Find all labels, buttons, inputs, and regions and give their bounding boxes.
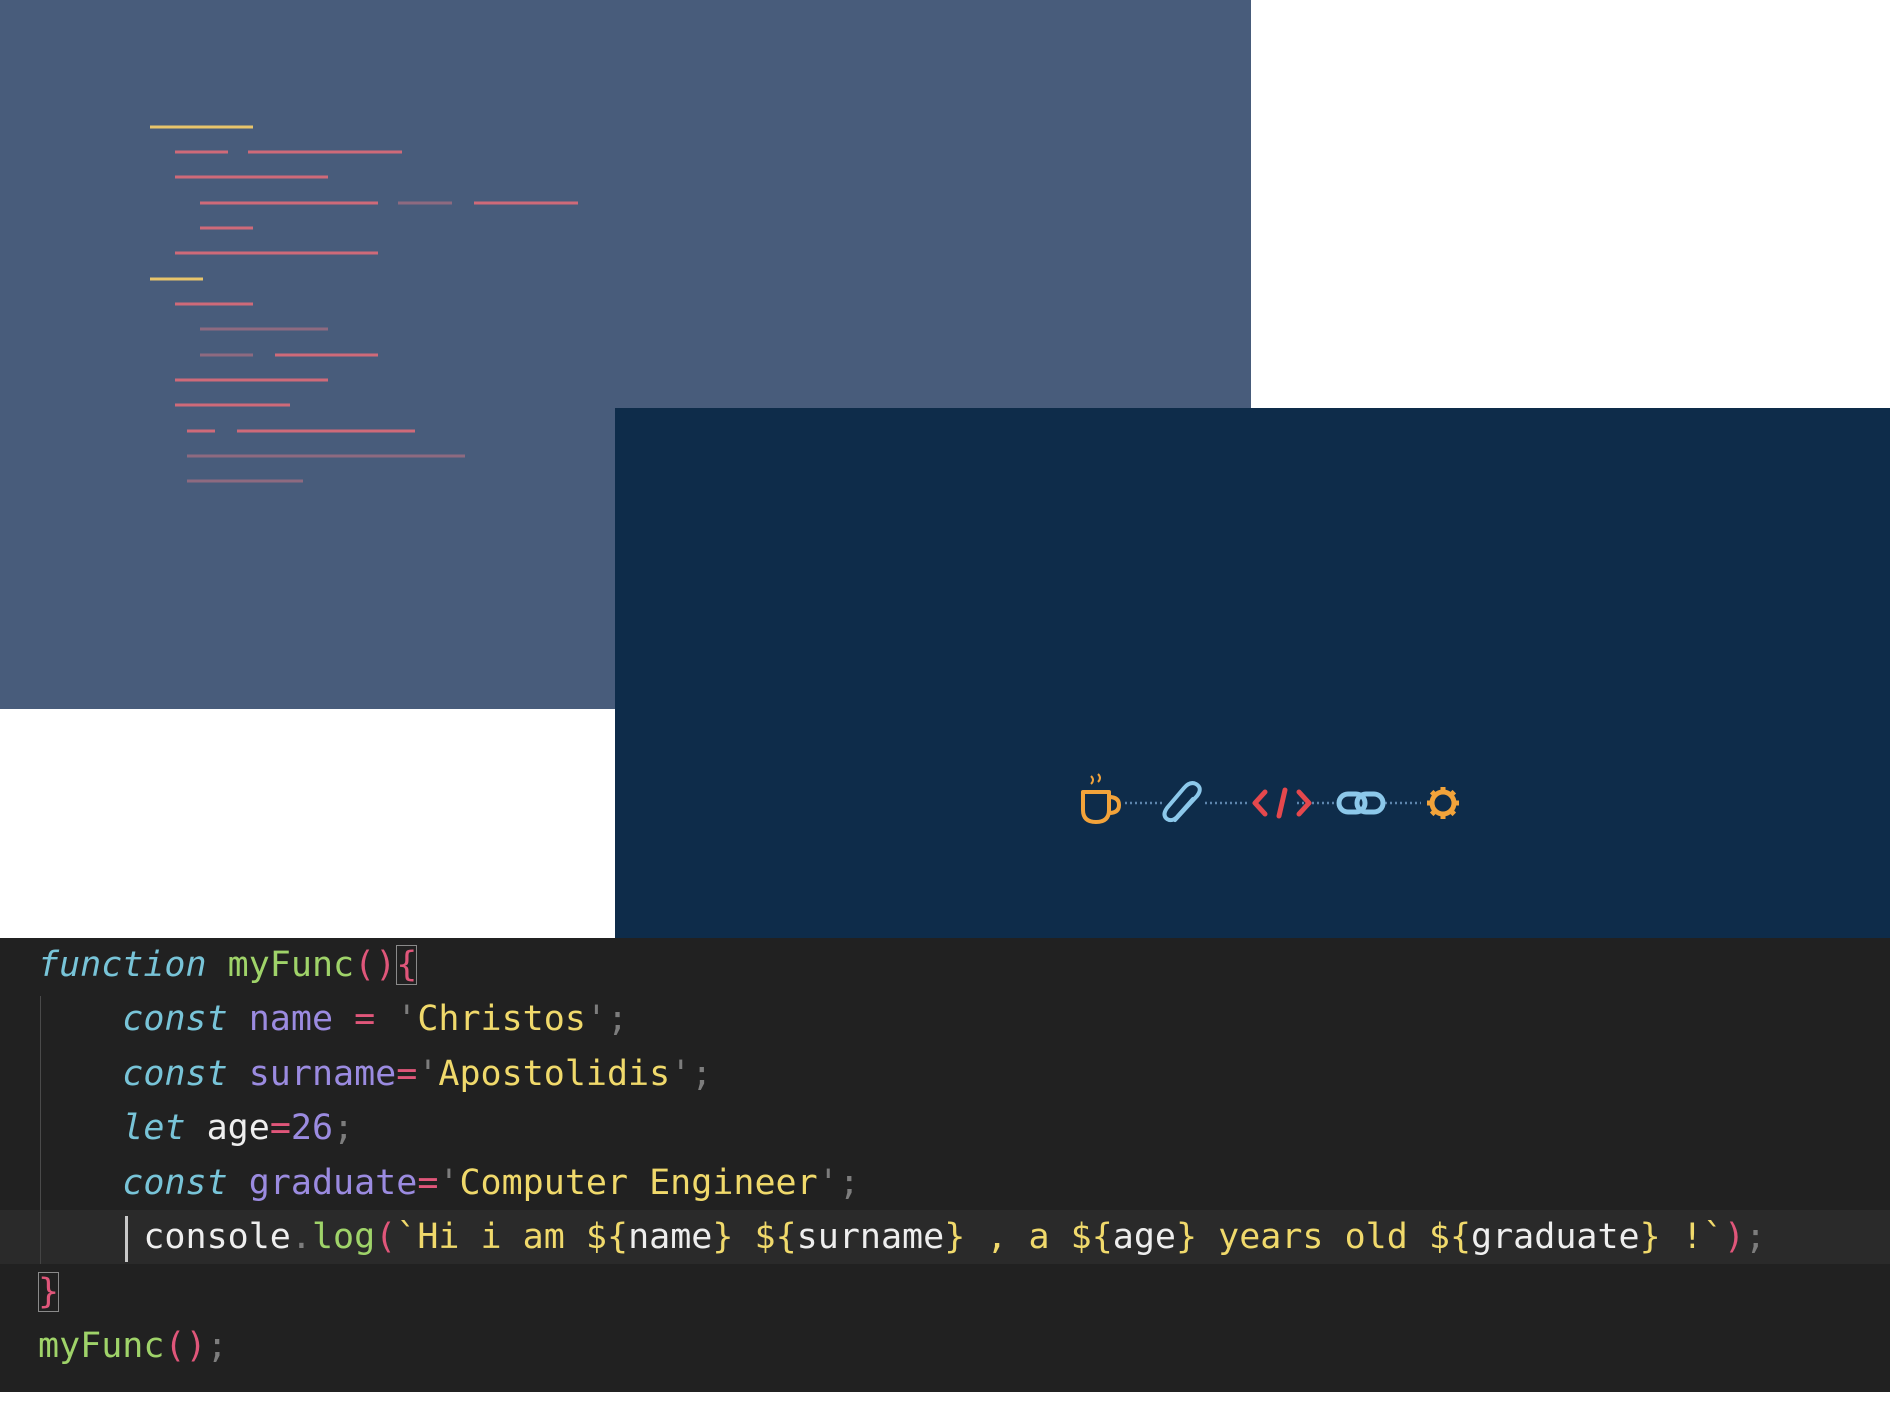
code-line[interactable]: console.log(`Hi i am ${name} ${surname} … (38, 1210, 1766, 1264)
code-line[interactable]: const surname='Apostolidis'; (38, 1047, 712, 1101)
code-token: = (269, 1108, 291, 1148)
code-token: graduate (248, 1163, 418, 1203)
code-token: ' (817, 1163, 839, 1203)
paperclip-icon (1162, 781, 1202, 823)
code-token: Apostolidis (438, 1054, 671, 1094)
code-token: ` (396, 1217, 418, 1257)
code-token: ' (670, 1054, 692, 1094)
code-token: age (206, 1108, 270, 1148)
code-token: Hi i am (417, 1217, 586, 1257)
code-token: 26 (290, 1108, 334, 1148)
code-token: { (396, 945, 418, 985)
code-token: ; (691, 1054, 713, 1094)
code-token: age (1112, 1217, 1176, 1257)
code-token: = (417, 1163, 439, 1203)
code-token: surname (248, 1054, 397, 1094)
code-token: ' (417, 1054, 439, 1094)
code-token: ; (606, 999, 629, 1039)
code-token: myFunc (38, 1326, 165, 1366)
code-line[interactable]: function myFunc(){ (38, 938, 418, 992)
code-token: } (1176, 1217, 1198, 1257)
code-token: () (354, 945, 397, 985)
code-token: ${ (1428, 1217, 1472, 1257)
gear-icon (1427, 787, 1459, 819)
code-token: name (628, 1217, 713, 1257)
code-token: graduate (1471, 1217, 1640, 1257)
code-token: ${ (585, 1217, 629, 1257)
code-token: ; (1745, 1217, 1767, 1257)
code-token: ${ (754, 1217, 797, 1257)
code-token: log (311, 1217, 376, 1257)
code-token: ( (375, 1217, 397, 1257)
code-token: () (164, 1326, 207, 1366)
code-token: ` (1702, 1217, 1724, 1257)
code-brackets-icon (1252, 787, 1312, 819)
code-token: Christos (417, 999, 586, 1039)
code-token: Computer Engineer (459, 1163, 818, 1203)
coffee-cup-icon (1081, 773, 1121, 824)
code-token: let (122, 1108, 186, 1148)
code-token: ' (396, 999, 418, 1039)
chain-link-icon (1336, 791, 1386, 815)
code-token: ) (1723, 1217, 1745, 1257)
code-line[interactable]: const name = 'Christos'; (38, 992, 628, 1046)
code-line[interactable]: myFunc(); (38, 1319, 228, 1373)
code-token: ' (585, 999, 607, 1039)
code-token: name (248, 999, 334, 1039)
code-token: ; (333, 1108, 355, 1148)
code-token: ${ (1070, 1217, 1113, 1257)
code-token: = (333, 999, 397, 1039)
code-token: surname (796, 1217, 945, 1257)
code-token: } (944, 1217, 966, 1257)
code-line[interactable]: const graduate='Computer Engineer'; (38, 1156, 860, 1210)
code-line[interactable]: } (38, 1265, 60, 1319)
code-token: ' (438, 1163, 460, 1203)
code-token: , a (965, 1217, 1071, 1257)
code-line[interactable]: let age=26; (38, 1101, 354, 1155)
code-token: years old (1197, 1217, 1429, 1257)
code-token: . (290, 1217, 312, 1257)
code-token: ; (838, 1163, 860, 1203)
code-token: } (38, 1272, 60, 1312)
code-token: ! (1660, 1217, 1703, 1257)
code-token: console (143, 1217, 291, 1257)
code-token: } (1639, 1217, 1661, 1257)
icon-chain-panel (615, 408, 1890, 938)
code-token: const (122, 999, 228, 1039)
code-token: myFunc (227, 945, 355, 985)
code-token: const (122, 1054, 228, 1094)
code-token: ; (206, 1326, 228, 1366)
code-token: const (122, 1163, 228, 1203)
code-token: = (396, 1054, 418, 1094)
code-token: } (712, 1217, 734, 1257)
code-token: function (38, 945, 207, 985)
code-editor[interactable]: function myFunc(){ const name = 'Christo… (0, 938, 1890, 1392)
icon-chain (1081, 773, 1459, 824)
